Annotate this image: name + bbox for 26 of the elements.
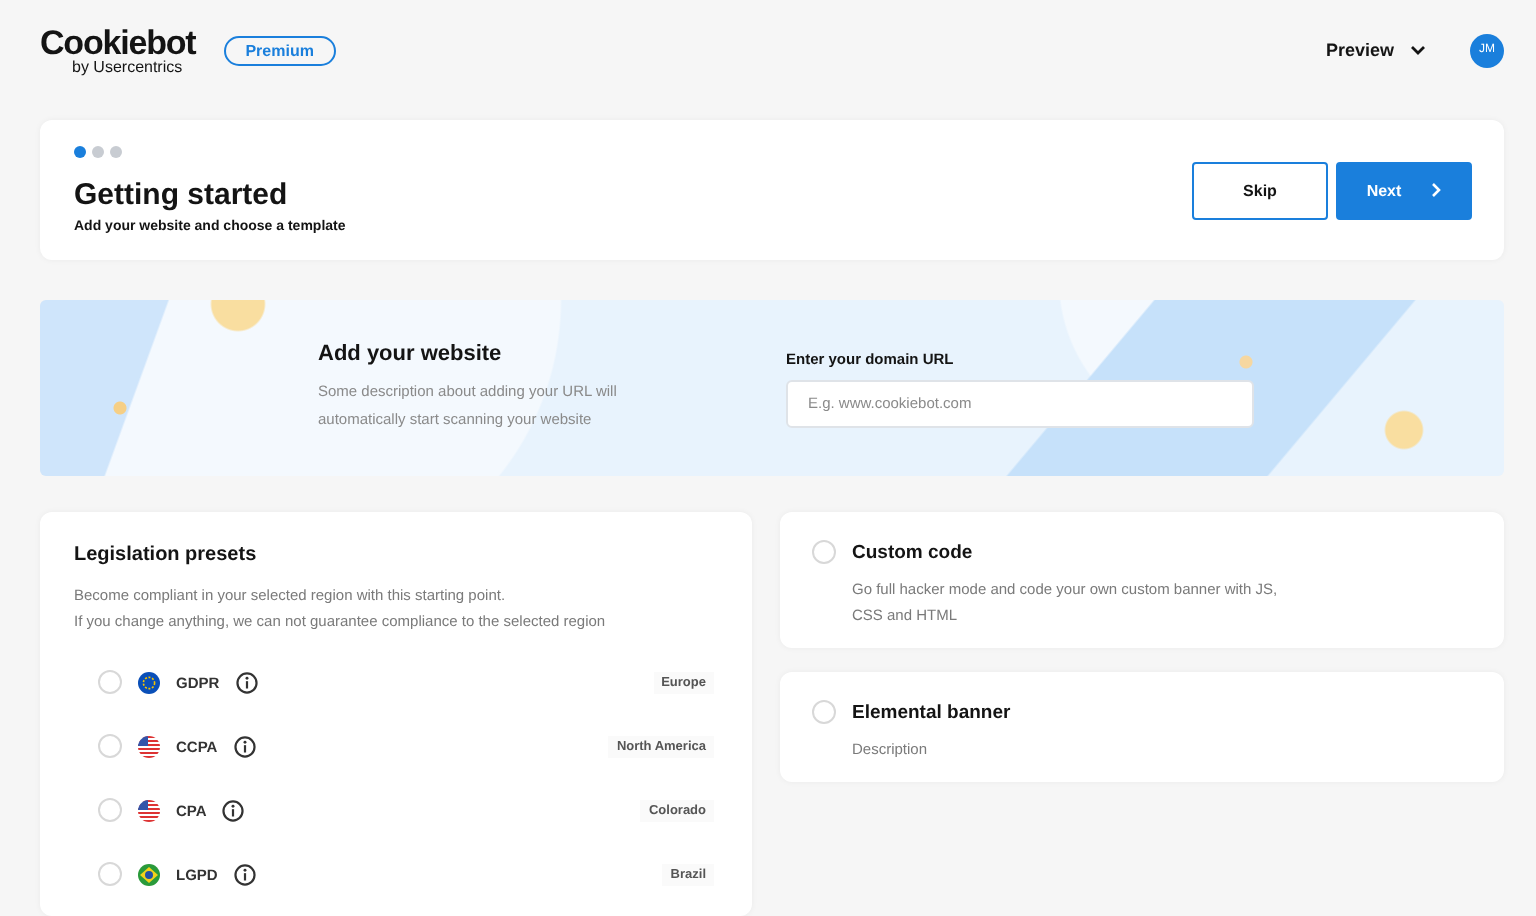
radio-button[interactable] <box>98 670 122 694</box>
radio-button[interactable] <box>812 540 836 564</box>
info-icon[interactable] <box>235 671 258 693</box>
us-flag-icon <box>138 799 160 821</box>
radio-button[interactable] <box>98 798 122 822</box>
chevron-down-icon <box>1410 44 1426 56</box>
page-title: Getting started <box>74 178 290 212</box>
brazil-flag-icon <box>138 863 160 885</box>
skip-button[interactable]: Skip <box>1192 161 1328 219</box>
radio-button[interactable] <box>98 862 122 886</box>
template-title: Elemental banner <box>852 701 1013 723</box>
template-title: Custom code <box>852 541 975 563</box>
radio-button[interactable] <box>98 734 122 758</box>
info-icon[interactable] <box>233 863 256 885</box>
radio-button[interactable] <box>812 700 836 724</box>
preview-menu[interactable]: Preview <box>1325 40 1426 60</box>
section-title: Legislation presets <box>74 544 259 566</box>
chevron-right-icon <box>1429 182 1442 198</box>
logo: Cookiebot by Usercentrics <box>40 25 196 75</box>
eu-flag-icon <box>138 671 160 693</box>
us-flag-icon <box>138 735 160 757</box>
section-title: Add your website <box>318 342 504 366</box>
next-button[interactable]: Next <box>1336 161 1472 219</box>
info-icon[interactable] <box>222 799 245 821</box>
plan-badge: Premium <box>223 35 336 65</box>
info-icon[interactable] <box>233 735 256 757</box>
